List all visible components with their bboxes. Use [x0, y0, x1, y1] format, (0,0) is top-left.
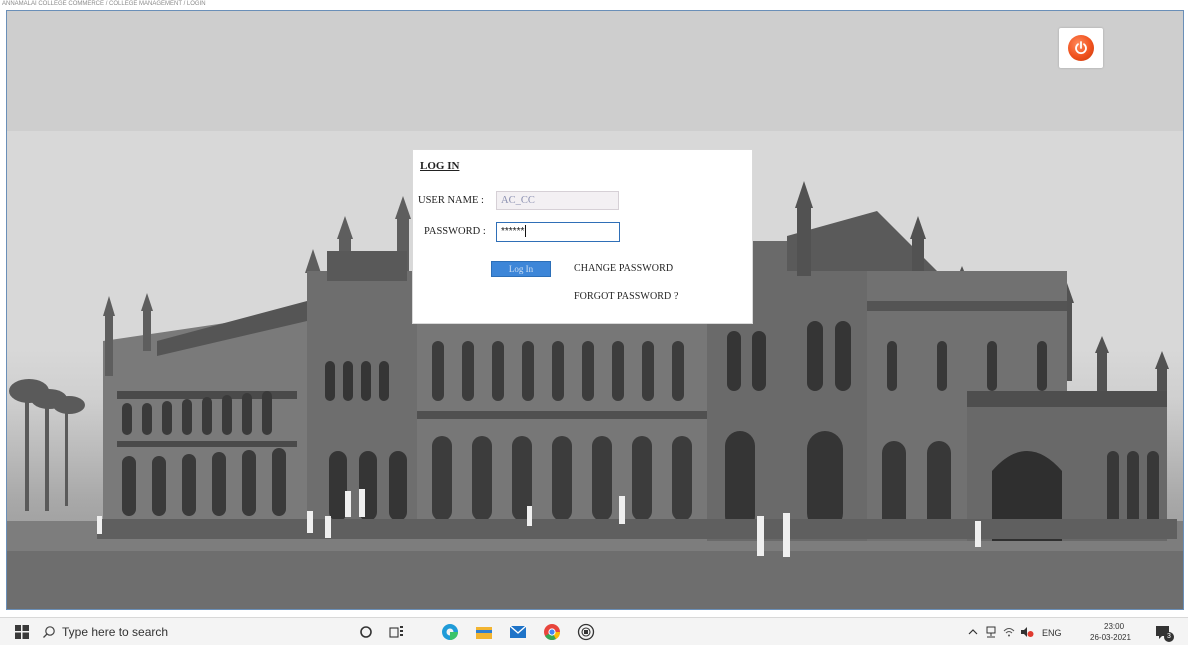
taskbar: Type here to search ENG 23:00 26-03-2021… — [0, 617, 1188, 645]
windows-start-icon[interactable] — [10, 618, 34, 645]
text-cursor — [525, 225, 527, 238]
mail-icon[interactable] — [506, 618, 530, 645]
username-field[interactable]: AC_CC — [496, 191, 619, 210]
wifi-icon[interactable] — [1002, 618, 1016, 645]
taskbar-search-box[interactable]: Type here to search — [62, 625, 168, 639]
clock-date[interactable]: 26-03-2021 — [1090, 633, 1131, 642]
cortana-icon[interactable] — [356, 618, 376, 645]
power-icon — [1068, 35, 1094, 61]
password-field[interactable]: ****** — [496, 222, 620, 242]
password-label: PASSWORD : — [424, 226, 486, 237]
network-icon[interactable] — [984, 618, 998, 645]
edge-icon[interactable] — [438, 618, 462, 645]
login-panel: LOG IN USER NAME : AC_CC PASSWORD : ****… — [412, 149, 753, 324]
app-icon[interactable] — [574, 618, 598, 645]
file-explorer-icon[interactable] — [472, 618, 496, 645]
username-label: USER NAME : — [418, 195, 484, 206]
login-button[interactable]: Log In — [491, 261, 551, 277]
language-indicator[interactable]: ENG — [1042, 628, 1062, 638]
clock-time[interactable]: 23:00 — [1104, 622, 1124, 631]
chrome-icon[interactable] — [540, 618, 564, 645]
forgot-password-link[interactable]: FORGOT PASSWORD ? — [574, 291, 679, 302]
change-password-link[interactable]: CHANGE PASSWORD — [574, 263, 673, 274]
login-title: LOG IN — [420, 160, 460, 172]
page-breadcrumb: ANNAMALAI COLLEGE COMMERCE / COLLEGE MAN… — [2, 1, 206, 7]
notifications-icon[interactable]: 3 — [1150, 618, 1176, 645]
volume-muted-icon[interactable] — [1019, 618, 1035, 645]
password-value: ****** — [501, 226, 525, 237]
search-icon[interactable] — [40, 618, 58, 645]
chevron-up-icon[interactable] — [966, 618, 980, 645]
power-button[interactable] — [1059, 28, 1103, 68]
task-view-icon[interactable] — [386, 618, 408, 645]
notification-count: 3 — [1164, 632, 1174, 642]
